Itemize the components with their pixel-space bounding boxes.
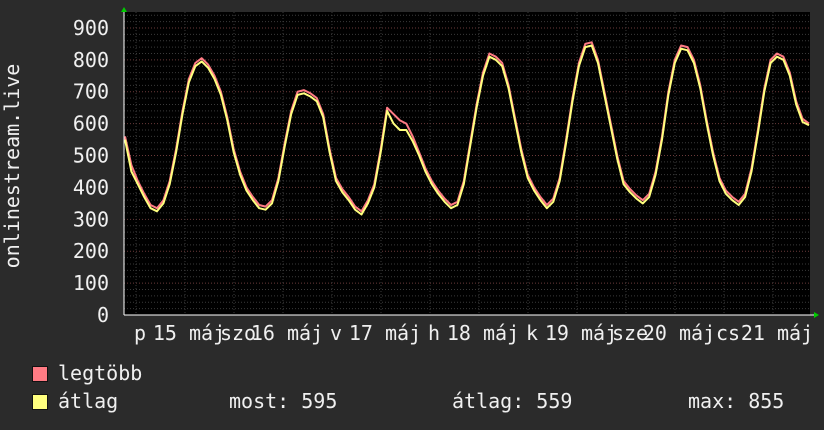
- y-tick-label: 0: [97, 303, 109, 327]
- y-tick-label: 700: [73, 80, 109, 104]
- x-tick-label: 17 máj: [349, 321, 421, 345]
- x-tick-label: p: [134, 321, 146, 345]
- x-tick-label: v: [330, 321, 342, 345]
- y-tick-label: 400: [73, 175, 109, 199]
- y-tick-label: 300: [73, 207, 109, 231]
- y-axis-arrow: [121, 7, 127, 12]
- y-tick-label: 500: [73, 144, 109, 168]
- y-axis-label: onlinestream.live: [0, 64, 24, 269]
- legend-swatch-max: [32, 366, 48, 382]
- y-tick-label: 600: [73, 112, 109, 136]
- y-tick-label: 800: [73, 48, 109, 72]
- traffic-chart: 0100200300400500600700800900p 15 májszo16…: [0, 7, 819, 345]
- stat-now: most: 595: [229, 389, 338, 413]
- legend-swatch-avg: [32, 394, 48, 410]
- x-tick-label: k: [526, 321, 538, 345]
- x-tick-label: 21 máj: [741, 321, 813, 345]
- y-tick-label: 200: [73, 239, 109, 263]
- stat-max: max: 855: [688, 389, 785, 413]
- x-tick-label: 16 máj: [251, 321, 323, 345]
- x-tick-label: h: [428, 321, 440, 345]
- y-tick-label: 100: [73, 271, 109, 295]
- y-tick-label: 900: [73, 16, 109, 40]
- stat-average: átlag: 559: [452, 389, 573, 413]
- x-tick-label: cs: [716, 321, 740, 345]
- x-tick-label: 20 máj: [643, 321, 715, 345]
- x-axis-arrow: [814, 312, 819, 318]
- x-tick-label: 19 máj: [545, 321, 617, 345]
- legend-label-max: legtöbb: [58, 361, 143, 385]
- x-tick-label: 18 máj: [447, 321, 519, 345]
- x-tick-label: 15 máj: [153, 321, 225, 345]
- legend-label-avg: átlag: [58, 389, 119, 413]
